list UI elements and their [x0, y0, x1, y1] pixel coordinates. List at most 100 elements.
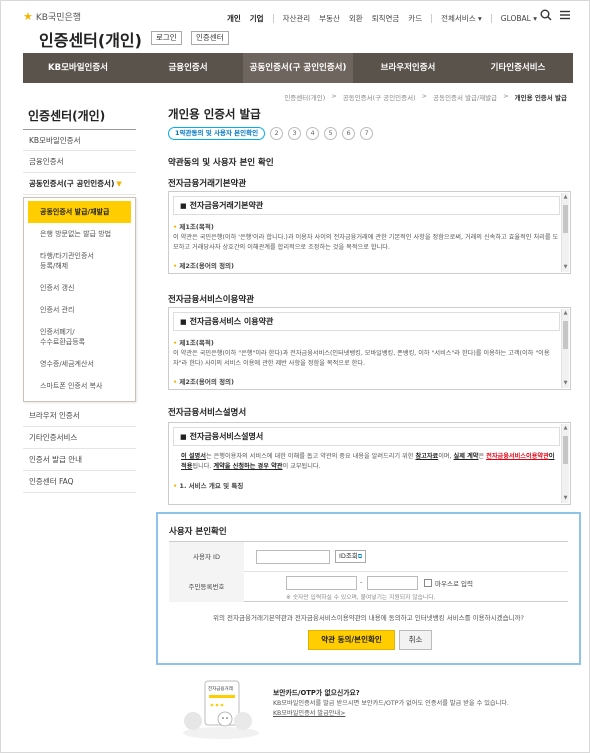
breadcrumb-item[interactable]: 공동인증서 발급/재발급 [433, 92, 497, 102]
breadcrumb-current: 개인용 인증서 발급 [514, 94, 567, 102]
scrollbar[interactable]: ▲ ▼ [561, 309, 569, 388]
term2-box[interactable]: ■ 전자금융서비스 이용약관 • 제1조(목적) 이 약관은 국민은행(이하 "은… [168, 307, 571, 390]
top-nav-forex[interactable]: 외환 [349, 13, 363, 24]
explanation-text: 이 설명서는 은행이용자의 서비스에 대한 이해를 돕고 약관의 중요 내용을 … [173, 452, 560, 472]
resident-number-front-input[interactable] [286, 576, 357, 590]
lnb-item-label: 공동인증서(구 공인인증서) [29, 179, 115, 188]
top-nav-global[interactable]: GLOBAL ▾ [501, 14, 537, 23]
breadcrumb-sep: > [503, 92, 509, 100]
lnb-item-kb-mobile[interactable]: KB모바일인증서 [23, 129, 136, 151]
login-button[interactable]: 로그인 [151, 31, 182, 45]
lnb-sub-issue[interactable]: 공동인증서 발급/재발급 [28, 201, 131, 223]
lnb-item-financial-cert[interactable]: 금융인증서 [23, 151, 136, 173]
breadcrumb-item[interactable]: 공동인증서(구 공인인증서) [343, 92, 416, 102]
form-row-resident: 주민등록번호 - 마우스로 입력 ※ 숫자만 입력하실 수 있으며, 붙여넣기는… [169, 572, 568, 602]
top-nav-asset[interactable]: 자산관리 [283, 13, 311, 24]
scrollbar[interactable]: ▲ ▼ [561, 193, 569, 272]
article-heading: • 제1조(목적) [173, 337, 560, 347]
scrollbar[interactable]: ▲ ▼ [561, 424, 569, 503]
kb-star-icon: ★ [23, 10, 33, 23]
scroll-thumb[interactable] [563, 321, 568, 349]
lnb-sub-renew[interactable]: 인증서 갱신 [28, 277, 131, 299]
page-frame: ★ KB국민은행 인증센터(개인) 로그인 인증센터 개인 기업 자산관리 부동… [0, 0, 590, 753]
agree-confirm-button[interactable]: 약관 동의/본인확인 [308, 630, 395, 650]
lnb-sub-revoke[interactable]: 인증서폐기/ 수수료환급등록 [28, 321, 131, 353]
user-confirm-panel: 사용자 본인확인 사용자 ID ID조회⧉ 주민등록번호 - 마우스로 입력 ※… [156, 512, 581, 665]
step-number: 4 [306, 127, 320, 140]
top-nav-card[interactable]: 카드 [408, 13, 422, 24]
text-run: 이 교부됩니다. [282, 463, 321, 470]
promo-headline: 보안카드/OTP가 없으신가요? [273, 689, 360, 697]
gnb-browser-cert[interactable]: 브라우저인증서 [353, 53, 463, 83]
site-title: 인증센터(개인) [39, 31, 142, 50]
id-lookup-button[interactable]: ID조회⧉ [335, 550, 367, 563]
user-id-input[interactable] [256, 550, 330, 564]
id-lookup-label: ID조회 [339, 552, 358, 560]
step-indicator: 1약관동의 및 사용자 본인확인 2 3 4 5 6 7 [168, 127, 374, 140]
scroll-up-icon[interactable]: ▲ [562, 424, 569, 433]
top-nav-realestate[interactable]: 부동산 [319, 13, 340, 24]
gnb-financial-cert[interactable]: 금융인증서 [133, 53, 243, 83]
lnb-item-guide[interactable]: 인증서 발급 안내 [23, 449, 136, 471]
cert-center-button[interactable]: 인증센터 [191, 31, 229, 45]
menu-icon[interactable] [559, 9, 571, 25]
cancel-button[interactable]: 취소 [399, 630, 432, 650]
gnb-joint-cert[interactable]: 공동인증서(구 공인인증서) [243, 53, 353, 83]
promo-link[interactable]: KB모바일인증서 발급안내> [273, 708, 345, 717]
article-heading-text: 제1조(목적) [179, 339, 214, 347]
scroll-down-icon[interactable]: ▼ [562, 494, 569, 503]
step-number: 5 [324, 127, 338, 140]
text-emphasis: 실제 계약 [453, 453, 479, 460]
lnb-sub-smartphone-copy[interactable]: 스마트폰 인증서 복사 [28, 375, 131, 397]
kb-logo[interactable]: ★ KB국민은행 [23, 10, 81, 23]
top-nav-personal[interactable]: 개인 [227, 13, 241, 24]
scroll-down-icon[interactable]: ▼ [562, 379, 569, 388]
user-id-label: 사용자 ID [169, 542, 244, 572]
breadcrumb-sep: > [331, 92, 337, 100]
mouse-input-label: 마우스로 입력 [435, 580, 473, 588]
text-run: 이며, [438, 453, 454, 460]
term2-box-title-text: 전자금융서비스 이용약관 [189, 317, 274, 326]
divider [431, 14, 433, 23]
term1-box[interactable]: ■ 전자금융거래기본약관 • 제1조(목적) 이 약관은 국민은행(이하 '은행'… [168, 191, 571, 274]
lnb-sub-receipt[interactable]: 영수증/세금계산서 [28, 353, 131, 375]
lnb-sub-other-bank[interactable]: 타행/타기관인증서 등록/해제 [28, 245, 131, 277]
step-number: 7 [360, 127, 374, 140]
divider [490, 14, 492, 23]
square-icon: ■ [180, 202, 187, 210]
lnb-item-other-services[interactable]: 기타인증서비스 [23, 427, 136, 449]
search-icon[interactable] [540, 9, 552, 25]
term3-box[interactable]: ■ 전자금융서비스설명서 이 설명서는 은행이용자의 서비스에 대한 이해를 돕고… [168, 422, 571, 505]
scroll-thumb[interactable] [563, 436, 568, 464]
lnb-item-faq[interactable]: 인증센터 FAQ [23, 471, 136, 493]
gnb-kb-mobile[interactable]: KB모바일인증서 [23, 53, 133, 83]
term3-title: 전자금융서비스설명서 [168, 408, 247, 418]
article-heading: • 제2조(용어의 정의) [173, 260, 560, 270]
scroll-up-icon[interactable]: ▲ [562, 309, 569, 318]
scroll-up-icon[interactable]: ▲ [562, 193, 569, 202]
lnb-sub-manage[interactable]: 인증서 관리 [28, 299, 131, 321]
lnb-sub-no-visit[interactable]: 은행 방문없는 발급 방법 [28, 223, 131, 245]
lnb-item-joint-cert[interactable]: 공동인증서(구 공인인증서) ▼ [23, 173, 136, 195]
promo-banner: 전자금융거래 보안카드/OTP가 없으신가요? KB모바일인증서를 발급 받으시… [171, 673, 571, 743]
breadcrumb-sep: > [421, 92, 428, 100]
agree-question: 위의 전자금융거래기본약관과 전자금융서비스이용약관의 내용에 동의하고 인터넷… [213, 614, 524, 622]
resident-number-back-input[interactable] [367, 576, 418, 590]
top-nav-all-services[interactable]: 전체서비스 ▾ [441, 13, 482, 24]
step-number: 6 [342, 127, 356, 140]
input-note: ※ 숫자만 입력하실 수 있으며, 붙여넣기는 지원되지 않습니다. [286, 595, 436, 601]
gnb-other-cert[interactable]: 기타인증서비스 [463, 53, 573, 83]
article-heading: • 제2조(용어의 정의) [173, 376, 560, 386]
term3-box-title-text: 전자금융서비스설명서 [189, 432, 264, 441]
new-window-icon: ⧉ [357, 553, 363, 560]
breadcrumb-item[interactable]: 인증센터(개인) [284, 92, 325, 102]
lnb-item-browser-cert[interactable]: 브라우저 인증서 [23, 405, 136, 427]
confirm-form: 사용자 ID ID조회⧉ 주민등록번호 - 마우스로 입력 ※ 숫자만 입력하실… [169, 541, 568, 602]
mouse-input-checkbox[interactable] [424, 579, 432, 587]
top-nav-corporate[interactable]: 기업 [250, 13, 264, 24]
text-run: 는 은행이용자의 서비스에 대한 이해를 돕고 약관의 중요 내용을 알려드리기… [205, 453, 416, 460]
dash: - [360, 578, 363, 586]
scroll-thumb[interactable] [563, 205, 568, 233]
scroll-down-icon[interactable]: ▼ [562, 263, 569, 272]
top-nav-pension[interactable]: 퇴직연금 [372, 13, 400, 24]
